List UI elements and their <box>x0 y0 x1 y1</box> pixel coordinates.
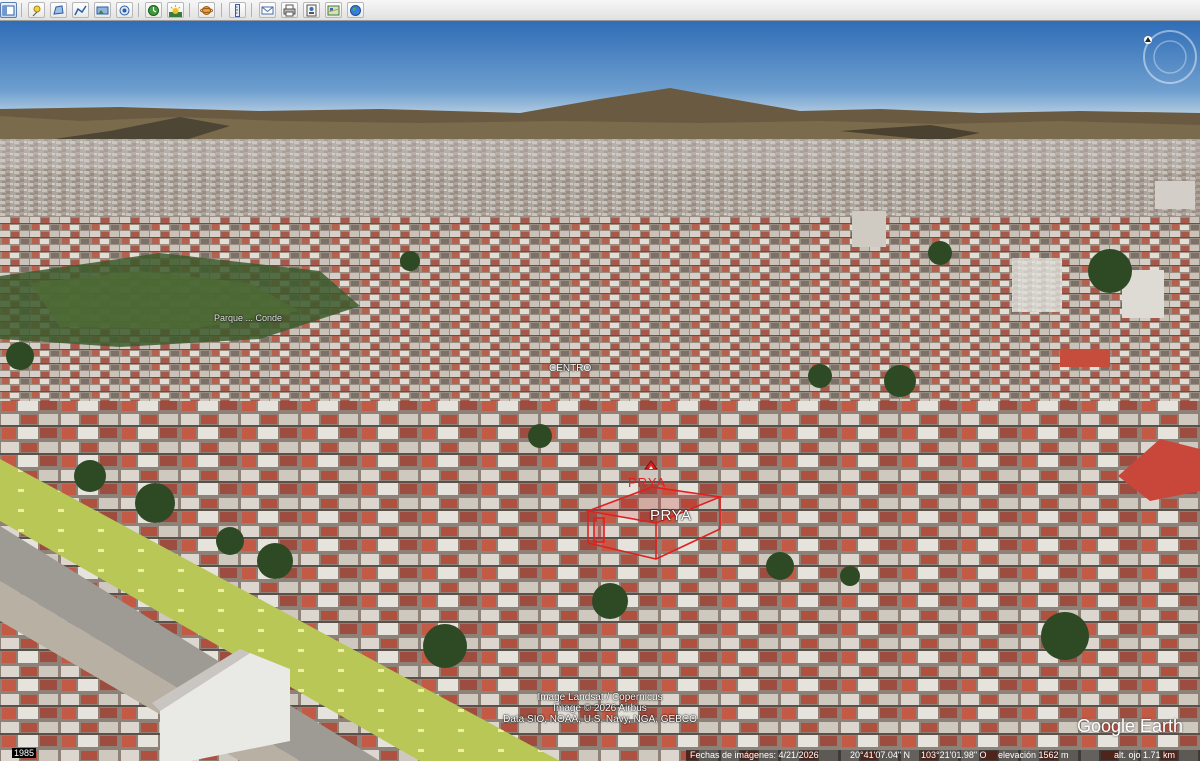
google-earth-logo: Google Earth <box>1077 716 1184 736</box>
longitude-readout: 103°21'01.98" O <box>921 750 987 760</box>
latitude-readout: 20°41'07.04" N <box>850 750 911 760</box>
record-tour-icon <box>119 5 130 15</box>
map-3d-view[interactable]: PRYA Parque ... Conde CENTRO PRYA Image … <box>0 21 1200 761</box>
prya-placemark-label[interactable]: PRYA <box>650 507 691 524</box>
sidebar-toggle-button[interactable] <box>0 2 17 18</box>
sidebar-icon <box>2 5 15 15</box>
toolbar-separator <box>251 3 252 17</box>
park-label[interactable]: Parque ... Conde <box>214 313 282 323</box>
printer-icon <box>283 4 296 16</box>
toolbar-separator <box>221 3 222 17</box>
switch-planet-button[interactable] <box>198 2 215 18</box>
add-polygon-button[interactable] <box>50 2 67 18</box>
toolbar-separator <box>21 3 22 17</box>
attribution-line: Data SIO, NOAA, U.S. Navy, NGA, GEBCO <box>503 714 697 725</box>
imagery-date: Fechas de imágenes: 4/21/2026 <box>690 750 819 760</box>
path-icon <box>74 5 87 15</box>
map-icon <box>327 5 340 15</box>
print-button[interactable] <box>281 2 298 18</box>
sunlight-button[interactable] <box>167 2 184 18</box>
add-path-button[interactable] <box>72 2 89 18</box>
toolbar-separator <box>189 3 190 17</box>
clock-icon <box>148 4 159 16</box>
record-tour-button[interactable] <box>116 2 133 18</box>
polygon-icon <box>53 4 64 15</box>
image-overlay-icon <box>96 6 109 14</box>
ruler-icon <box>235 3 240 17</box>
planet-icon <box>200 5 213 15</box>
eye-altitude-readout: alt. ojo 1.71 km <box>1114 750 1176 760</box>
view-in-maps-button[interactable] <box>325 2 342 18</box>
attribution-line: Image Landsat / Copernicus <box>537 692 663 703</box>
historical-imagery-button[interactable] <box>145 2 162 18</box>
save-image-button[interactable] <box>303 2 320 18</box>
add-placemark-button[interactable] <box>28 2 45 18</box>
north-icon[interactable] <box>1143 35 1153 45</box>
aerial-imagery[interactable]: PRYA <box>0 21 1200 761</box>
email-button[interactable] <box>259 2 276 18</box>
pushpin-icon <box>32 5 41 16</box>
earth-button[interactable] <box>347 2 364 18</box>
sun-icon <box>169 4 182 17</box>
imagery-attribution: Image Landsat / Copernicus Image © 2026 … <box>500 692 700 725</box>
main-toolbar <box>0 0 1200 21</box>
envelope-icon <box>261 6 274 14</box>
globe-icon <box>350 4 361 16</box>
centro-label[interactable]: CENTRO <box>549 363 591 374</box>
attribution-line: Image © 2026 Airbus <box>553 703 647 714</box>
status-bar: Fechas de imágenes: 4/21/2026 20°41'07.0… <box>686 750 1200 761</box>
add-overlay-button[interactable] <box>94 2 111 18</box>
elevation-readout: elevación 1562 m <box>998 750 1069 760</box>
prya-building-sign: PRYA <box>628 475 666 490</box>
toolbar-separator <box>138 3 139 17</box>
historical-year-badge: 1985 <box>12 748 37 758</box>
ruler-button[interactable] <box>229 2 246 18</box>
save-image-icon <box>306 4 317 16</box>
